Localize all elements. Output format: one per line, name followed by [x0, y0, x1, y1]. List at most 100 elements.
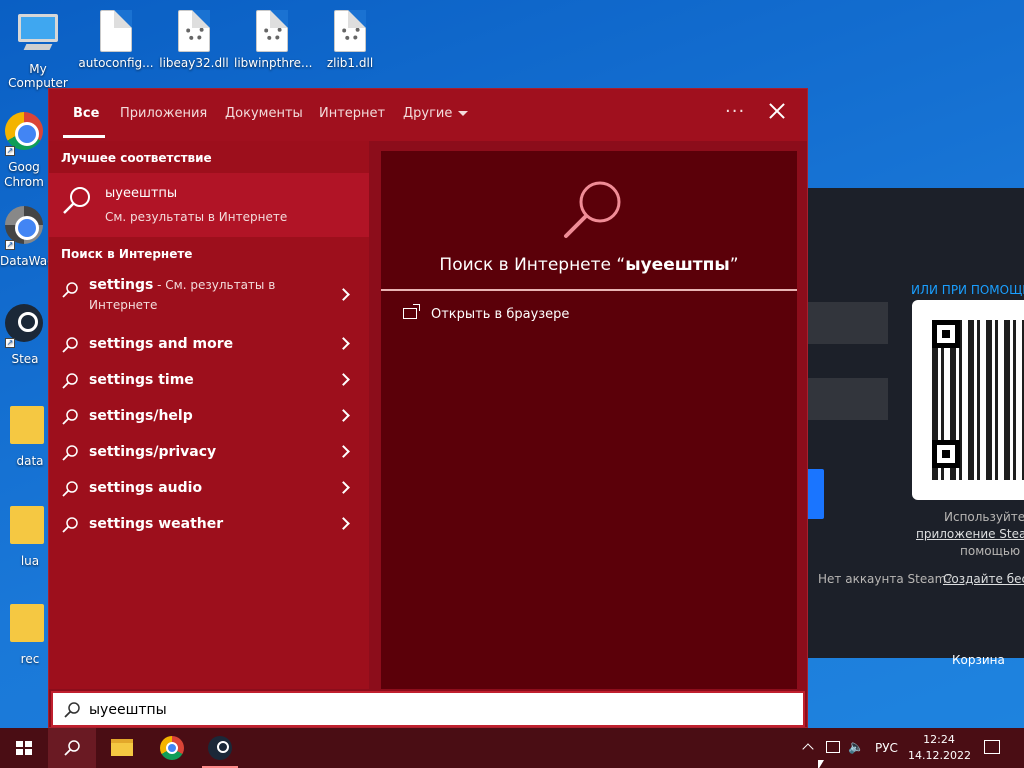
- folder-icon: [10, 406, 44, 444]
- desktop-icon-label: autoconfig...: [78, 56, 154, 70]
- steam-help-text: помощью Q: [960, 544, 1024, 558]
- chevron-right-icon[interactable]: [337, 373, 350, 386]
- file-icon: [100, 10, 132, 52]
- taskbar: 🔈 РУС 12:24 14.12.2022: [0, 728, 1024, 768]
- suggestion-label: settings audio: [89, 480, 203, 496]
- start-button[interactable]: [0, 728, 48, 768]
- search-input[interactable]: [89, 699, 779, 721]
- suggestion-label: settings - См. результаты в Интернете: [89, 277, 276, 312]
- suggestion-item[interactable]: settings time: [49, 363, 369, 399]
- folder-icon: [10, 604, 44, 642]
- desktop-icon-label: My Computer: [8, 62, 68, 90]
- steam-app-link[interactable]: приложение Steam: [916, 527, 1024, 541]
- desktop-icon-datawag[interactable]: ↗ DataWag: [0, 206, 55, 268]
- language-indicator[interactable]: РУС: [875, 741, 898, 755]
- chrome-icon: [5, 112, 43, 150]
- desktop-icon-label: DataWag: [0, 254, 55, 268]
- search-flyout: Все Приложения Документы Интернет Другие…: [48, 88, 808, 728]
- volume-icon[interactable]: 🔈: [848, 740, 864, 755]
- desktop-icon-label: rec: [20, 652, 40, 666]
- suggestion-label: settings/privacy: [89, 444, 217, 460]
- search-icon: [62, 481, 78, 497]
- steam-password-field[interactable]: [806, 378, 888, 420]
- tab-all[interactable]: Все: [73, 106, 99, 121]
- shortcut-arrow-icon: ↗: [5, 146, 15, 156]
- shortcut-arrow-icon: ↗: [5, 338, 15, 348]
- search-icon: [62, 517, 78, 533]
- desktop-icon-libeay32[interactable]: libeay32.dll: [156, 10, 232, 70]
- divider: [381, 289, 797, 291]
- qr-heading: ИЛИ ПРИ ПОМОЩИ: [911, 283, 1024, 297]
- best-match-item[interactable]: ыуеештпы См. результаты в Интернете: [49, 173, 369, 237]
- desktop-icon-label: data: [16, 454, 44, 468]
- chevron-right-icon[interactable]: [337, 337, 350, 350]
- steam-create-link[interactable]: Создайте бесп: [943, 572, 1024, 586]
- suggestion-item[interactable]: settings/help: [49, 399, 369, 435]
- taskbar-steam[interactable]: [196, 728, 244, 768]
- desktop-icon-label: Stea: [11, 352, 39, 366]
- suggestion-item[interactable]: settings and more: [49, 327, 369, 363]
- web-search-header: Поиск в Интернете: [61, 247, 193, 261]
- chrome-icon: [160, 736, 184, 760]
- computer-icon: [18, 14, 58, 58]
- best-match-subtitle: См. результаты в Интернете: [105, 210, 288, 224]
- results-pane: Лучшее соответствие ыуеештпы См. результ…: [49, 141, 369, 689]
- steam-signin-button[interactable]: [806, 469, 824, 519]
- preview-title: Поиск в Интернете “ыуеештпы”: [439, 255, 739, 275]
- steam-no-account: Нет аккаунта Steam?: [818, 572, 953, 586]
- tab-apps[interactable]: Приложения: [120, 106, 207, 121]
- search-icon: [62, 337, 78, 353]
- close-icon[interactable]: [767, 101, 787, 121]
- suggestion-label: settings time: [89, 372, 194, 388]
- search-button[interactable]: [48, 728, 96, 768]
- suggestion-label: settings and more: [89, 336, 234, 352]
- search-icon: [62, 373, 78, 389]
- open-in-browser-button[interactable]: Открыть в браузере: [403, 304, 570, 322]
- tab-web[interactable]: Интернет: [319, 106, 385, 121]
- suggestion-item[interactable]: settings - См. результаты в Интернете: [49, 271, 369, 323]
- open-in-browser-label: Открыть в браузере: [431, 307, 570, 322]
- suggestion-item[interactable]: settings audio: [49, 471, 369, 507]
- tab-documents[interactable]: Документы: [225, 106, 303, 121]
- app-icon: [5, 206, 43, 244]
- qr-finder: [932, 440, 960, 468]
- qr-finder: [932, 320, 960, 348]
- chevron-right-icon[interactable]: [337, 517, 350, 530]
- desktop-icon-label: Goog Chrom: [4, 160, 44, 189]
- desktop-icon-chrome[interactable]: ↗ Goog Chrom: [0, 112, 50, 190]
- search-icon: [62, 445, 78, 461]
- network-icon[interactable]: [826, 741, 840, 753]
- desktop-icon-steam[interactable]: ↗ Stea: [0, 304, 50, 366]
- chevron-right-icon[interactable]: [337, 445, 350, 458]
- suggestion-item[interactable]: settings/privacy: [49, 435, 369, 471]
- taskbar-chrome[interactable]: [148, 728, 196, 768]
- shortcut-arrow-icon: ↗: [5, 240, 15, 250]
- more-options-button[interactable]: ···: [725, 101, 745, 122]
- desktop-icon-autoconfig[interactable]: autoconfig...: [78, 10, 154, 70]
- search-icon: [63, 187, 90, 214]
- preview-pane: Поиск в Интернете “ыуеештпы” Открыть в б…: [381, 151, 797, 689]
- chevron-right-icon[interactable]: [337, 288, 350, 301]
- taskbar-file-explorer[interactable]: [98, 728, 146, 768]
- desktop-icon-my-computer[interactable]: My Computer: [0, 10, 76, 90]
- active-tab-indicator: [63, 135, 105, 138]
- steam-username-field[interactable]: [806, 302, 888, 344]
- desktop-icon-label: libwinpthre...: [234, 56, 313, 70]
- chevron-up-icon[interactable]: [802, 743, 814, 755]
- suggestion-label: settings/help: [89, 408, 193, 424]
- tab-more[interactable]: Другие: [403, 106, 469, 121]
- steam-icon: [208, 736, 232, 760]
- qr-code: [912, 300, 1024, 500]
- clock[interactable]: 12:24 14.12.2022: [908, 732, 971, 764]
- notification-icon[interactable]: [984, 740, 1000, 754]
- desktop-icon-libwinpthread[interactable]: libwinpthre...: [234, 10, 313, 70]
- folder-icon: [111, 739, 133, 756]
- search-box: [51, 691, 805, 727]
- suggestion-item[interactable]: settings weather: [49, 507, 369, 543]
- chevron-right-icon[interactable]: [337, 481, 350, 494]
- search-tabs: Все Приложения Документы Интернет Другие…: [49, 89, 807, 141]
- windows-logo-icon: [16, 741, 32, 755]
- desktop-icon-zlib1[interactable]: zlib1.dll: [312, 10, 388, 70]
- steam-cart-label: Корзина: [952, 653, 1005, 667]
- chevron-right-icon[interactable]: [337, 409, 350, 422]
